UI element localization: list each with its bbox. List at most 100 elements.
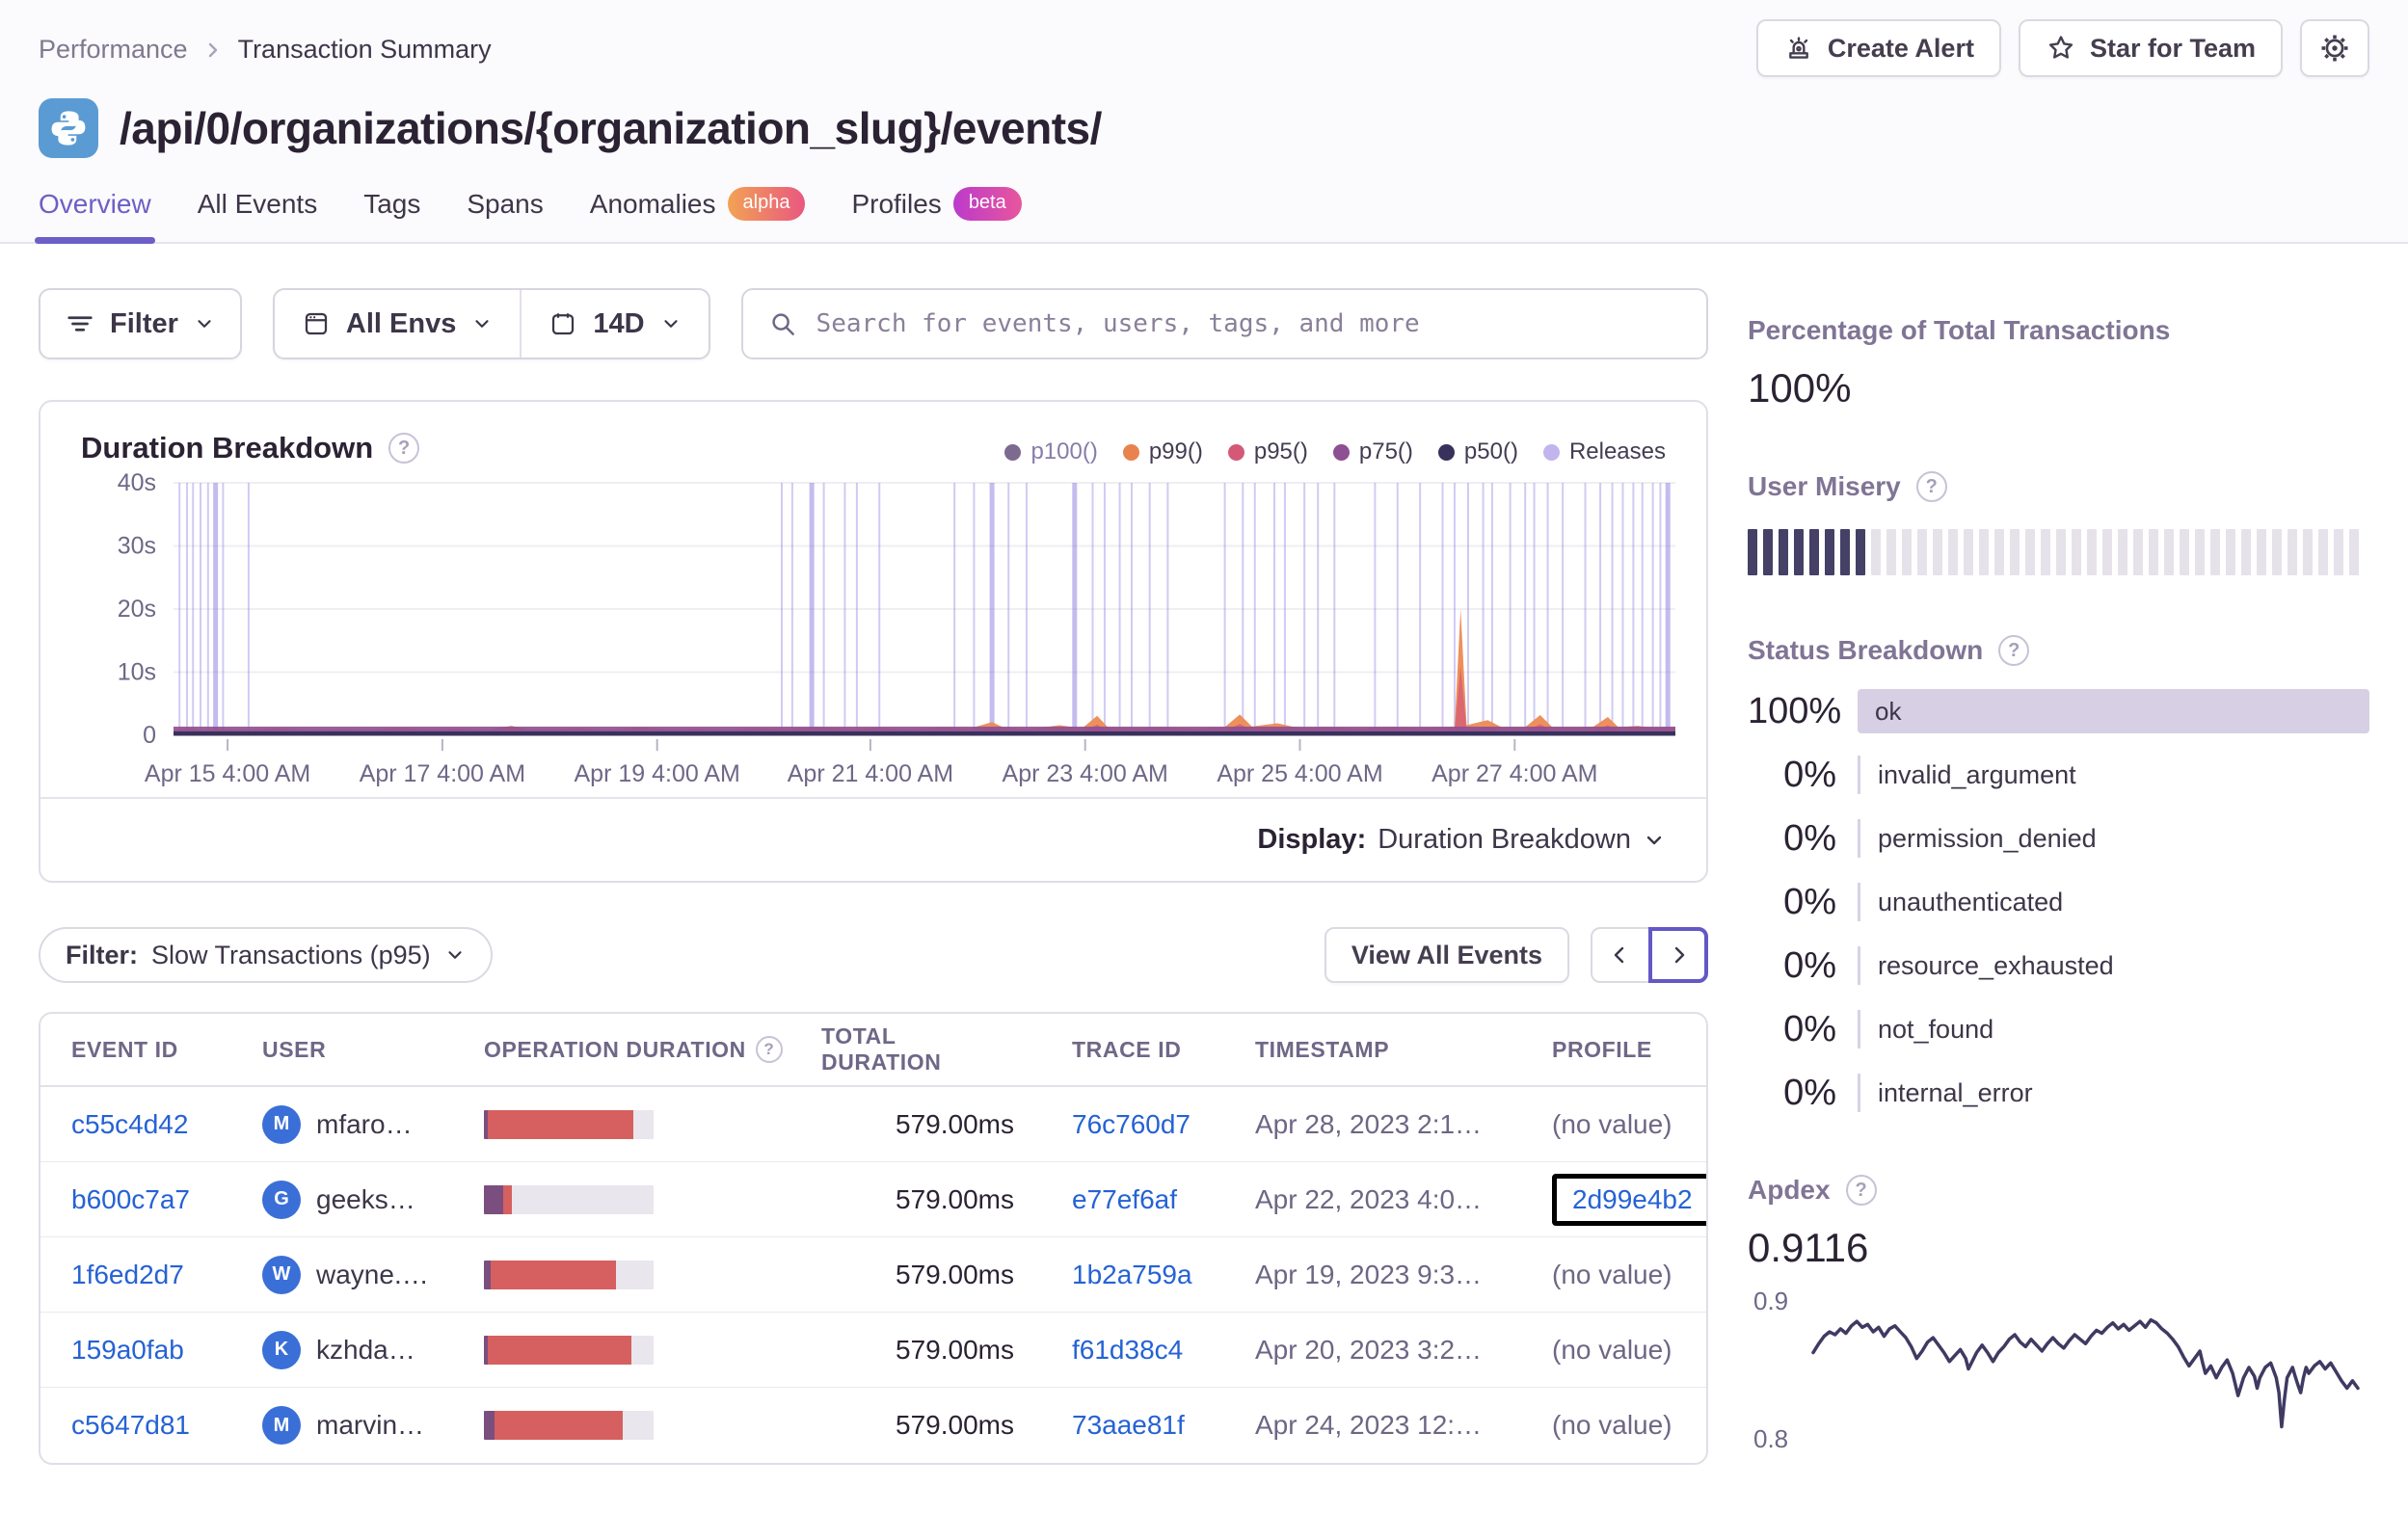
profile-no-value: (no value): [1552, 1108, 1672, 1139]
tab-label: Overview: [39, 188, 151, 219]
total-duration-cell: 579.00ms: [896, 1410, 1014, 1440]
total-duration-cell: 579.00ms: [896, 1108, 1014, 1139]
filter-button[interactable]: Filter: [39, 288, 242, 359]
search-bar[interactable]: [740, 288, 1708, 359]
status-tick-bar: [1858, 819, 1860, 858]
trace-id-link[interactable]: e77ef6af: [1072, 1184, 1177, 1214]
legend-item-p99[interactable]: p99(): [1122, 438, 1203, 465]
misery-segment: [2056, 529, 2066, 575]
status-percent: 0%: [1783, 1072, 1836, 1113]
misery-segment: [2257, 529, 2266, 575]
legend-item-p50[interactable]: p50(): [1437, 438, 1518, 465]
breadcrumb-performance[interactable]: Performance: [39, 35, 188, 65]
event-id-link[interactable]: 1f6ed2d7: [71, 1260, 184, 1289]
column-header-label: TRACE ID: [1072, 1036, 1182, 1062]
gear-icon: [2317, 31, 2352, 66]
settings-button[interactable]: [2300, 19, 2369, 77]
date-range-selector[interactable]: 14D: [520, 290, 708, 358]
legend-item-p100[interactable]: p100(): [1004, 438, 1098, 465]
star-for-team-label: Star for Team: [2089, 33, 2256, 63]
help-icon[interactable]: ?: [1845, 1175, 1877, 1206]
status-row-internal_error: 0% internal_error: [1748, 1071, 2369, 1115]
apdex-chart[interactable]: 0.9 0.8: [1748, 1285, 2369, 1456]
tab-profiles[interactable]: Profiles beta: [851, 187, 1022, 242]
profile-cell: (no value): [1544, 1260, 1675, 1290]
environment-selector[interactable]: All Envs: [275, 290, 520, 358]
operation-duration-cell: [484, 1184, 821, 1214]
status-name: not_found: [1878, 1014, 1994, 1044]
page-title: /api/0/organizations/{organization_slug}…: [120, 103, 1102, 153]
window-icon: [302, 309, 331, 338]
trace-id-link[interactable]: f61d38c4: [1072, 1335, 1183, 1365]
create-alert-button[interactable]: Create Alert: [1755, 19, 2001, 77]
tab-anomalies[interactable]: Anomalies alpha: [590, 187, 806, 242]
trace-id-link[interactable]: 76c760d7: [1072, 1109, 1191, 1139]
event-id-link[interactable]: 159a0fab: [71, 1335, 184, 1365]
misery-segment: [2334, 529, 2343, 575]
view-all-events-button[interactable]: View All Events: [1324, 927, 1569, 983]
transactions-filter-dropdown[interactable]: Filter: Slow Transactions (p95): [39, 927, 493, 983]
tab-spans[interactable]: Spans: [467, 187, 543, 242]
next-page-button[interactable]: [1648, 927, 1708, 983]
misery-segment: [1840, 529, 1850, 575]
tab-tags[interactable]: Tags: [363, 187, 420, 242]
status-percent: 0%: [1783, 817, 1836, 859]
search-input[interactable]: [816, 309, 1681, 338]
column-header-label: EVENT ID: [71, 1036, 178, 1062]
pct-transactions-section: Percentage of Total Transactions 100%: [1748, 315, 2369, 411]
status-percent: 0%: [1783, 1008, 1836, 1049]
avatar: M: [262, 1104, 301, 1144]
event-id-link[interactable]: b600c7a7: [71, 1184, 190, 1214]
status-name: permission_denied: [1878, 823, 2097, 853]
trace-id-link[interactable]: 1b2a759a: [1072, 1260, 1192, 1289]
event-id-link[interactable]: c55c4d42: [71, 1109, 188, 1139]
tab-label: Anomalies: [589, 188, 716, 219]
help-icon[interactable]: ?: [1915, 471, 1947, 502]
breadcrumb-current: Transaction Summary: [237, 35, 492, 64]
status-breakdown-section: Status Breakdown ? 100% ok 0% invalid_argum…: [1748, 635, 2369, 1115]
svg-text:Apr 25 4:00 AM: Apr 25 4:00 AM: [1217, 760, 1382, 787]
legend-item-p75[interactable]: p75(): [1332, 438, 1413, 465]
siren-icon: [1783, 33, 1814, 64]
chevron-down-icon: [660, 313, 682, 334]
duration-breakdown-chart[interactable]: 0 10s 20s 30s 40s Apr 15 4:00 AM Apr 17 4:00 A…: [60, 469, 1687, 791]
tab-label: Spans: [467, 188, 544, 219]
tab-overview[interactable]: Overview: [35, 187, 155, 244]
status-row-unauthenticated: 0% unauthenticated: [1748, 880, 2369, 924]
svg-text:Apr 17 4:00 AM: Apr 17 4:00 AM: [360, 760, 525, 787]
create-alert-label: Create Alert: [1827, 33, 1974, 63]
summary-sidebar: Percentage of Total Transactions 100% Us…: [1748, 244, 2369, 1513]
operation-duration-bar: [484, 1335, 654, 1365]
user-name: wayne.…: [316, 1259, 429, 1289]
tab-all-events[interactable]: All Events: [198, 187, 318, 242]
help-icon[interactable]: ?: [755, 1036, 783, 1063]
misery-segment: [2272, 529, 2282, 575]
pagination: [1591, 927, 1708, 983]
help-icon[interactable]: ?: [388, 433, 420, 464]
star-for-team-button[interactable]: Star for Team: [2018, 19, 2283, 77]
trace-id-cell: 1b2a759a: [1053, 1260, 1255, 1290]
op-bar-segment-red: [491, 1260, 617, 1289]
profile-link[interactable]: 2d99e4b2: [1572, 1184, 1693, 1214]
profile-no-value: (no value): [1552, 1334, 1672, 1365]
previous-page-button[interactable]: [1591, 927, 1650, 983]
op-bar-segment-red: [488, 1109, 633, 1139]
chevron-down-icon: [444, 944, 466, 966]
profile-cell: (no value): [1544, 1109, 1675, 1140]
svg-text:20s: 20s: [118, 596, 156, 623]
user-misery-bar[interactable]: [1748, 529, 2369, 575]
status-tick-bar: [1858, 1010, 1860, 1048]
legend-item-p95[interactable]: p95(): [1227, 438, 1308, 465]
misery-segment: [1856, 529, 1865, 575]
legend-item-Releases[interactable]: Releases: [1542, 438, 1666, 465]
column-header-label: USER: [262, 1036, 327, 1062]
avatar: W: [262, 1255, 301, 1294]
avatar: M: [262, 1406, 301, 1445]
display-selector[interactable]: Duration Breakdown: [1378, 824, 1666, 856]
display-value: Duration Breakdown: [1378, 824, 1631, 855]
event-id-link[interactable]: c5647d81: [71, 1410, 190, 1440]
timestamp-cell: Apr 20, 2023 3:2…: [1255, 1334, 1483, 1365]
trace-id-link[interactable]: 73aae81f: [1072, 1410, 1185, 1440]
status-row-not_found: 0% not_found: [1748, 1007, 2369, 1051]
help-icon[interactable]: ?: [1998, 635, 2030, 666]
